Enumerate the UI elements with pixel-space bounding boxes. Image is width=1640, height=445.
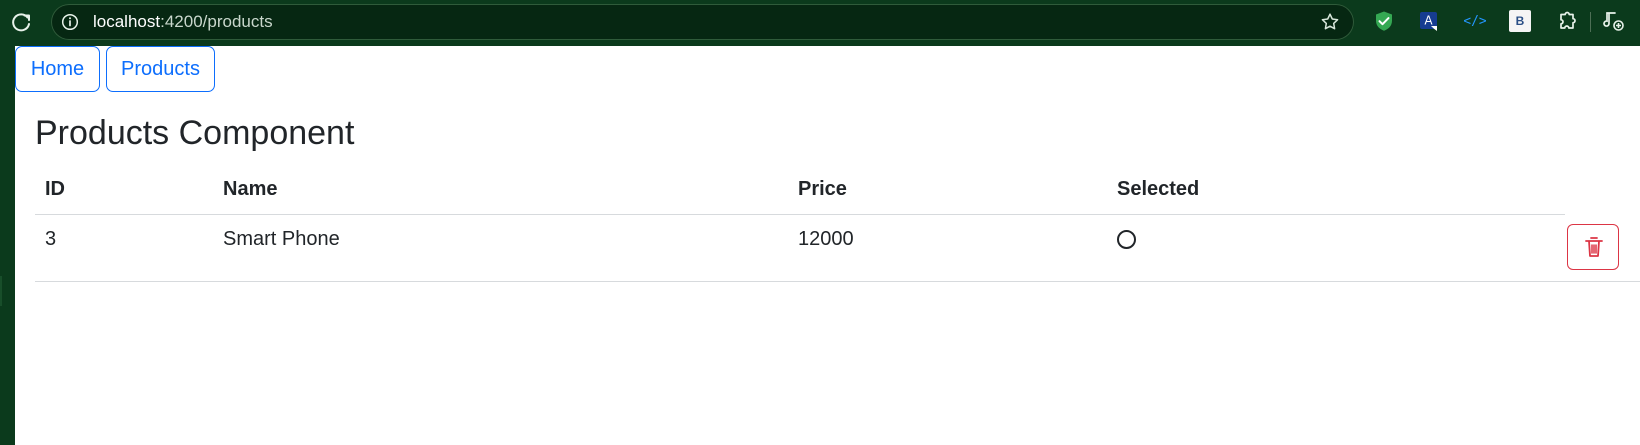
svg-text:A: A	[1424, 14, 1433, 28]
home-nav-button[interactable]: Home	[15, 46, 100, 92]
toolbar-separator	[1590, 12, 1591, 32]
puzzle-extension-icon[interactable]	[1555, 10, 1577, 32]
product-id: 3	[45, 228, 57, 250]
url-host: localhost	[93, 12, 161, 31]
table-row: 3 Smart Phone 12000	[35, 214, 1640, 282]
b-extension-label: B	[1516, 14, 1525, 28]
left-browser-edge	[0, 46, 15, 445]
code-extension-label: </>	[1464, 14, 1486, 29]
delete-button[interactable]	[1567, 224, 1619, 270]
address-bar[interactable]: localhost:4200/products	[51, 4, 1354, 40]
selected-radio-button[interactable]	[1117, 230, 1136, 249]
id-column-header: ID	[45, 178, 65, 200]
music-extension-icon[interactable]	[1603, 10, 1625, 32]
shield-extension-icon[interactable]	[1373, 10, 1395, 32]
products-table: ID Name Price Selected 3 Smart Phone 120…	[35, 164, 1640, 330]
products-nav-button[interactable]: Products	[106, 46, 215, 92]
left-edge-marker	[0, 276, 2, 306]
star-icon[interactable]	[1320, 12, 1340, 32]
name-column-header: Name	[223, 178, 278, 200]
product-price: 12000	[798, 228, 854, 250]
browser-toolbar: localhost:4200/products A </> B	[0, 0, 1640, 46]
reload-icon[interactable]	[9, 10, 33, 34]
b-extension-icon[interactable]: B	[1509, 10, 1531, 32]
address-text[interactable]: localhost:4200/products	[93, 12, 273, 32]
info-icon[interactable]	[61, 13, 79, 31]
page-content: Home Products Products Component ID Name…	[15, 46, 1640, 445]
product-name: Smart Phone	[223, 228, 340, 250]
selected-column-header: Selected	[1117, 178, 1200, 200]
table-header-row: ID Name Price Selected	[35, 164, 1565, 215]
translate-extension-icon[interactable]: A	[1418, 10, 1440, 32]
code-extension-icon[interactable]: </>	[1463, 10, 1487, 32]
url-path: :4200/products	[160, 12, 273, 31]
page-title: Products Component	[35, 114, 355, 152]
trash-icon	[1584, 236, 1604, 258]
price-column-header: Price	[798, 178, 847, 200]
